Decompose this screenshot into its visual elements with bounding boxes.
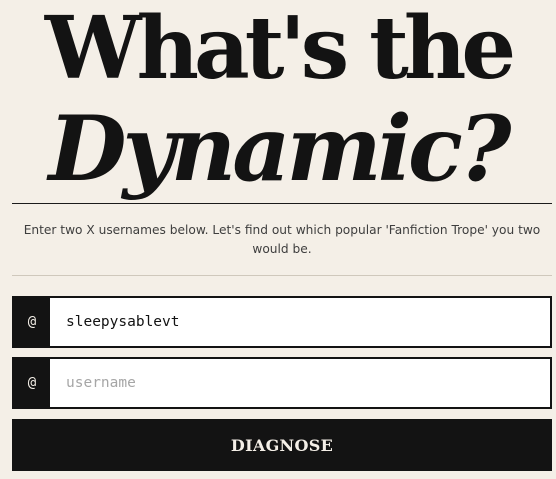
- title-divider: [12, 203, 552, 204]
- section-divider: [12, 275, 552, 276]
- page-title-line-2: Dynamic?: [48, 96, 511, 202]
- username-2-input[interactable]: [50, 359, 550, 407]
- at-symbol-prefix: @: [14, 298, 50, 346]
- username-2-group: @: [12, 357, 552, 409]
- username-1-input[interactable]: [50, 298, 550, 346]
- at-symbol-prefix: @: [14, 359, 50, 407]
- username-1-group: @: [12, 296, 552, 348]
- instructions-text: Enter two X usernames below. Let's find …: [23, 223, 541, 256]
- diagnose-button[interactable]: DIAGNOSE: [12, 419, 552, 471]
- page-title-line-1: What's the: [44, 0, 516, 99]
